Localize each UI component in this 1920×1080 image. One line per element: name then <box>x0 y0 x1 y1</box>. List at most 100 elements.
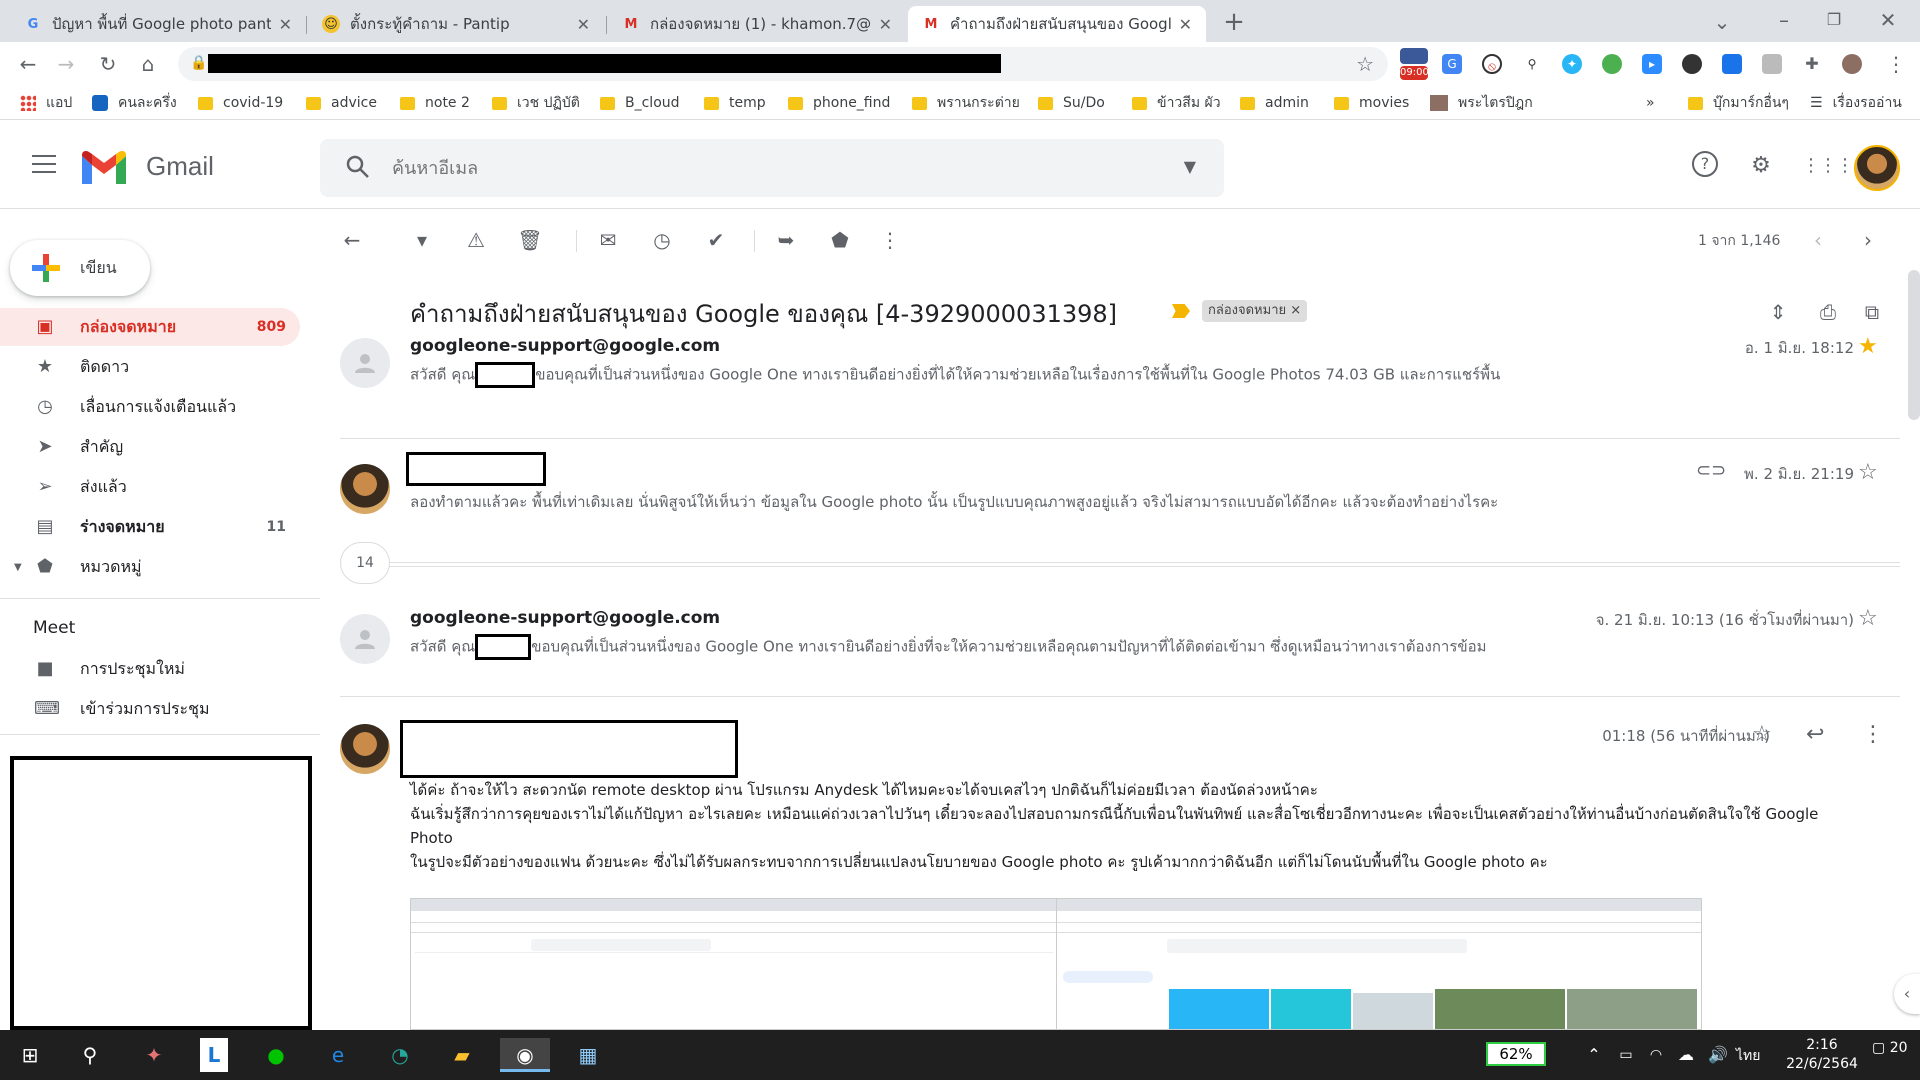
forward-icon[interactable]: → <box>52 50 80 78</box>
search-icon[interactable]: ⚲ <box>72 1038 108 1072</box>
cloud-icon[interactable]: ☁ <box>1668 1038 1704 1072</box>
label-icon[interactable]: ⬟ <box>826 226 854 254</box>
add-task-icon[interactable]: ✔ <box>702 226 730 254</box>
chrome-icon[interactable]: ◉ <box>500 1038 550 1072</box>
sidebar-item-starred[interactable]: ★ ติดดาว <box>0 348 300 386</box>
report-spam-icon[interactable]: ⚠ <box>462 226 490 254</box>
inline-image-attachment[interactable] <box>410 898 1702 1030</box>
close-tab-icon[interactable]: ✕ <box>279 15 292 34</box>
close-window-icon[interactable]: ✕ <box>1874 6 1902 34</box>
browser-tab[interactable]: ☺ ตั้งกระทู้คำถาม - Pantip ✕ <box>308 6 604 42</box>
reading-list[interactable]: ☰ เรื่องรออ่าน <box>1810 93 1902 113</box>
more-options-icon[interactable]: ⋮ <box>876 226 904 254</box>
bookmark-folder[interactable]: note 2 <box>400 93 470 113</box>
line-app-icon[interactable]: ● <box>258 1038 294 1072</box>
compose-button[interactable]: เขียน <box>10 240 150 296</box>
extension-icon[interactable] <box>1400 48 1428 64</box>
bookmark-folder[interactable]: เวช ปฏิบัติ <box>492 93 580 113</box>
reload-icon[interactable]: ↻ <box>94 50 122 78</box>
browser-tab[interactable]: M กล่องจดหมาย (1) - khamon.7@gm ✕ <box>608 6 906 42</box>
print-icon[interactable]: ⎙ <box>1814 298 1842 326</box>
browser-tab-active[interactable]: M คำถามถึงฝ่ายสนับสนุนของ Google ข ✕ <box>908 6 1206 42</box>
side-panel-toggle-icon[interactable]: ‹ <box>1894 974 1920 1014</box>
gmail-logo-icon[interactable] <box>82 151 126 184</box>
remove-label-icon[interactable]: × <box>1290 303 1301 318</box>
file-explorer-icon[interactable]: ▰ <box>444 1038 480 1072</box>
bookmark-apps[interactable]: แอป <box>20 93 72 113</box>
internet-explorer-icon[interactable]: e <box>320 1038 356 1072</box>
back-to-inbox-icon[interactable]: ← <box>338 226 366 254</box>
main-menu-icon[interactable] <box>32 155 56 173</box>
bookmark-folder[interactable]: phone_find <box>788 93 890 113</box>
bookmark-item[interactable]: พระไตรปิฎก <box>1430 93 1533 113</box>
input-language[interactable]: ไทย <box>1736 1045 1760 1067</box>
sidebar-item-snoozed[interactable]: ◷ เลื่อนการแจ้งเตือนแล้ว <box>0 388 300 426</box>
notification-center[interactable]: ▢ 20 <box>1872 1040 1908 1056</box>
tab-search-icon[interactable]: ⌄ <box>1708 8 1736 36</box>
minimize-icon[interactable]: – <box>1770 6 1798 34</box>
apps-grid-icon[interactable]: ⋮⋮⋮ <box>1802 151 1854 181</box>
extension-icon[interactable] <box>1722 54 1742 74</box>
bookmark-folder[interactable]: Su/Do <box>1038 93 1105 113</box>
snooze-icon[interactable]: ◷ <box>648 226 676 254</box>
older-icon[interactable]: › <box>1854 226 1882 254</box>
volume-icon[interactable]: 🔊 <box>1700 1038 1736 1072</box>
puzzle-icon[interactable]: ✚ <box>1802 54 1822 74</box>
sidebar-item-drafts[interactable]: ▤ ร่างจดหมาย 11 <box>0 508 300 546</box>
search-bar[interactable]: ▼ <box>320 139 1224 197</box>
newer-icon[interactable]: ‹ <box>1804 226 1832 254</box>
star-icon[interactable]: ☆ <box>1858 606 1878 631</box>
scrollbar-thumb[interactable] <box>1908 270 1920 420</box>
star-icon[interactable]: ☆ <box>1752 722 1772 747</box>
edge-icon[interactable]: ◔ <box>382 1038 418 1072</box>
bookmark-folder[interactable]: B_cloud <box>600 93 680 113</box>
bookmark-folder[interactable]: movies <box>1334 93 1409 113</box>
block-icon[interactable]: ⦸ <box>1482 54 1502 74</box>
windows-start-icon[interactable]: ⊞ <box>12 1038 48 1072</box>
extension-icon[interactable] <box>1602 54 1622 74</box>
close-tab-icon[interactable]: ✕ <box>879 15 892 34</box>
search-input[interactable] <box>392 153 1152 183</box>
meet-join-meeting[interactable]: ⌨ เข้าร่วมการประชุม <box>0 690 300 728</box>
home-icon[interactable]: ⌂ <box>134 50 162 78</box>
mark-unread-icon[interactable]: ✉ <box>594 226 622 254</box>
bookmark-folder[interactable]: admin <box>1240 93 1309 113</box>
system-clock[interactable]: 2:16 22/6/2564 <box>1782 1036 1862 1074</box>
restore-icon[interactable]: ❐ <box>1820 6 1848 34</box>
sidebar-item-categories[interactable]: ▼ ⬟ หมวดหมู่ <box>0 548 300 586</box>
settings-gear-icon[interactable]: ⚙ <box>1746 151 1776 181</box>
account-avatar[interactable] <box>1854 145 1900 191</box>
back-icon[interactable]: ← <box>14 50 42 78</box>
important-marker-icon[interactable] <box>1172 304 1190 318</box>
extension-icon[interactable]: ⚲ <box>1522 54 1542 74</box>
menu-kebab-icon[interactable]: ⋮ <box>1882 50 1910 78</box>
app-icon[interactable]: ✦ <box>136 1038 172 1072</box>
star-icon[interactable]: ☆ <box>1858 460 1878 485</box>
bookmark-folder[interactable]: temp <box>704 93 766 113</box>
app-l-icon[interactable]: L <box>200 1038 228 1072</box>
bookmark-folder[interactable]: พรานกระต่าย <box>912 93 1020 113</box>
extension-icon[interactable] <box>1762 54 1782 74</box>
archive-icon[interactable]: ▾ <box>408 226 436 254</box>
help-icon[interactable]: ? <box>1692 151 1718 177</box>
meet-new-meeting[interactable]: ■ การประชุมใหม่ <box>0 650 300 688</box>
profile-avatar[interactable] <box>1842 54 1862 74</box>
bookmark-star-icon[interactable]: ☆ <box>1356 52 1374 76</box>
extension-icon[interactable] <box>1682 54 1702 74</box>
browser-tab[interactable]: G ปัญหา พื้นที่ Google photo pantip ✕ <box>10 6 306 42</box>
delete-icon[interactable]: 🗑 <box>516 226 544 254</box>
battery-indicator[interactable]: 62% <box>1486 1042 1546 1066</box>
expand-all-icon[interactable]: ⇕ <box>1764 298 1792 326</box>
bookmark-item[interactable]: คนละครึ่ง <box>92 93 177 113</box>
search-options-icon[interactable]: ▼ <box>1184 157 1196 176</box>
bookmark-folder[interactable]: ข้าวสีม ผัว <box>1132 93 1221 113</box>
bookmark-folder[interactable]: covid-19 <box>198 93 283 113</box>
bookmark-folder[interactable]: advice <box>306 93 377 113</box>
bookmarks-overflow[interactable]: » <box>1646 93 1655 113</box>
extension-icon[interactable]: ✦ <box>1562 54 1582 74</box>
inbox-label-chip[interactable]: กล่องจดหมาย × <box>1202 300 1308 322</box>
other-bookmarks[interactable]: บุ๊กมาร์กอื่นๆ <box>1688 93 1789 113</box>
reply-icon[interactable]: ↩ <box>1806 722 1824 747</box>
translate-icon[interactable]: G <box>1442 54 1462 74</box>
show-hidden-icons[interactable]: ⌃ <box>1576 1038 1612 1072</box>
